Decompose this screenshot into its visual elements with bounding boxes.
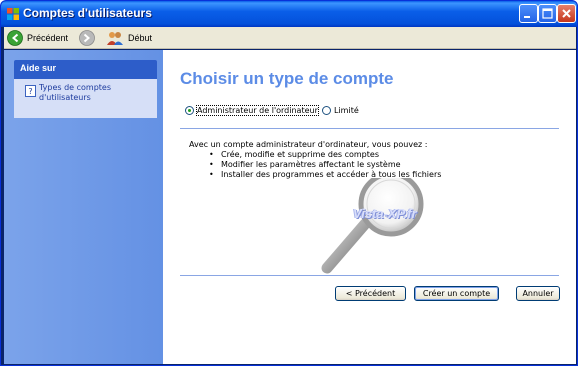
main-content: Choisir un type de compte Administrateur… [163,50,576,364]
radio-administrator-label: Administrateur de l'ordinateur [196,105,319,116]
close-icon [562,9,571,18]
help-panel: Aide sur ? Types de comptes d'utilisateu… [14,60,157,118]
divider-top [180,128,559,129]
sidebar: Aide sur ? Types de comptes d'utilisateu… [4,50,163,364]
minimize-button[interactable] [519,4,538,23]
window-title: Comptes d'utilisateurs [23,6,152,20]
help-topic-icon: ? [25,85,36,97]
maximize-button[interactable] [538,4,557,23]
cancel-button[interactable]: Annuler [516,286,560,301]
back-label: Précédent [27,33,69,43]
capability-item: Crée, modifie et supprime des comptes [209,150,441,160]
page-heading: Choisir un type de compte [180,69,394,88]
radio-limited-indicator [322,106,331,115]
capability-item: Modifier les paramètres affectant le sys… [209,160,441,170]
maximize-icon [542,8,553,19]
navigation-toolbar: Précédent Début [4,27,576,49]
user-accounts-window: Comptes d'utilisateurs Précédent Début A… [0,0,578,366]
previous-button[interactable]: < Précédent [335,286,406,301]
help-link-label: Types de comptes d'utilisateurs [39,83,112,102]
home-label: Début [128,33,153,43]
back-arrow-icon [7,30,23,46]
account-description: Avec un compte administrateur d'ordinate… [189,140,428,149]
minimize-icon [524,16,530,18]
users-icon [107,32,123,45]
capabilities-list: Crée, modifie et supprime des comptes Mo… [209,150,441,180]
close-button[interactable] [557,4,576,23]
windows-flag-icon [7,8,19,20]
back-button[interactable]: Précédent [7,29,68,47]
radio-limited-label: Limité [334,106,359,115]
radio-administrator[interactable]: Administrateur de l'ordinateur [185,105,319,116]
help-panel-title: Aide sur [14,60,157,79]
radio-administrator-indicator [185,106,194,115]
forward-button[interactable] [79,29,95,47]
watermark-text: Vista-XP.fr [353,206,417,221]
divider-bottom [180,275,559,276]
home-button[interactable]: Début [106,29,152,47]
radio-limited[interactable]: Limité [322,106,359,115]
forward-arrow-icon [79,30,95,46]
create-account-button[interactable]: Créer un compte [414,286,499,301]
svg-text:?: ? [28,87,32,96]
title-bar[interactable]: Comptes d'utilisateurs [1,1,577,27]
help-panel-body: ? Types de comptes d'utilisateurs [14,79,157,118]
magnifier-illustration [321,178,424,274]
